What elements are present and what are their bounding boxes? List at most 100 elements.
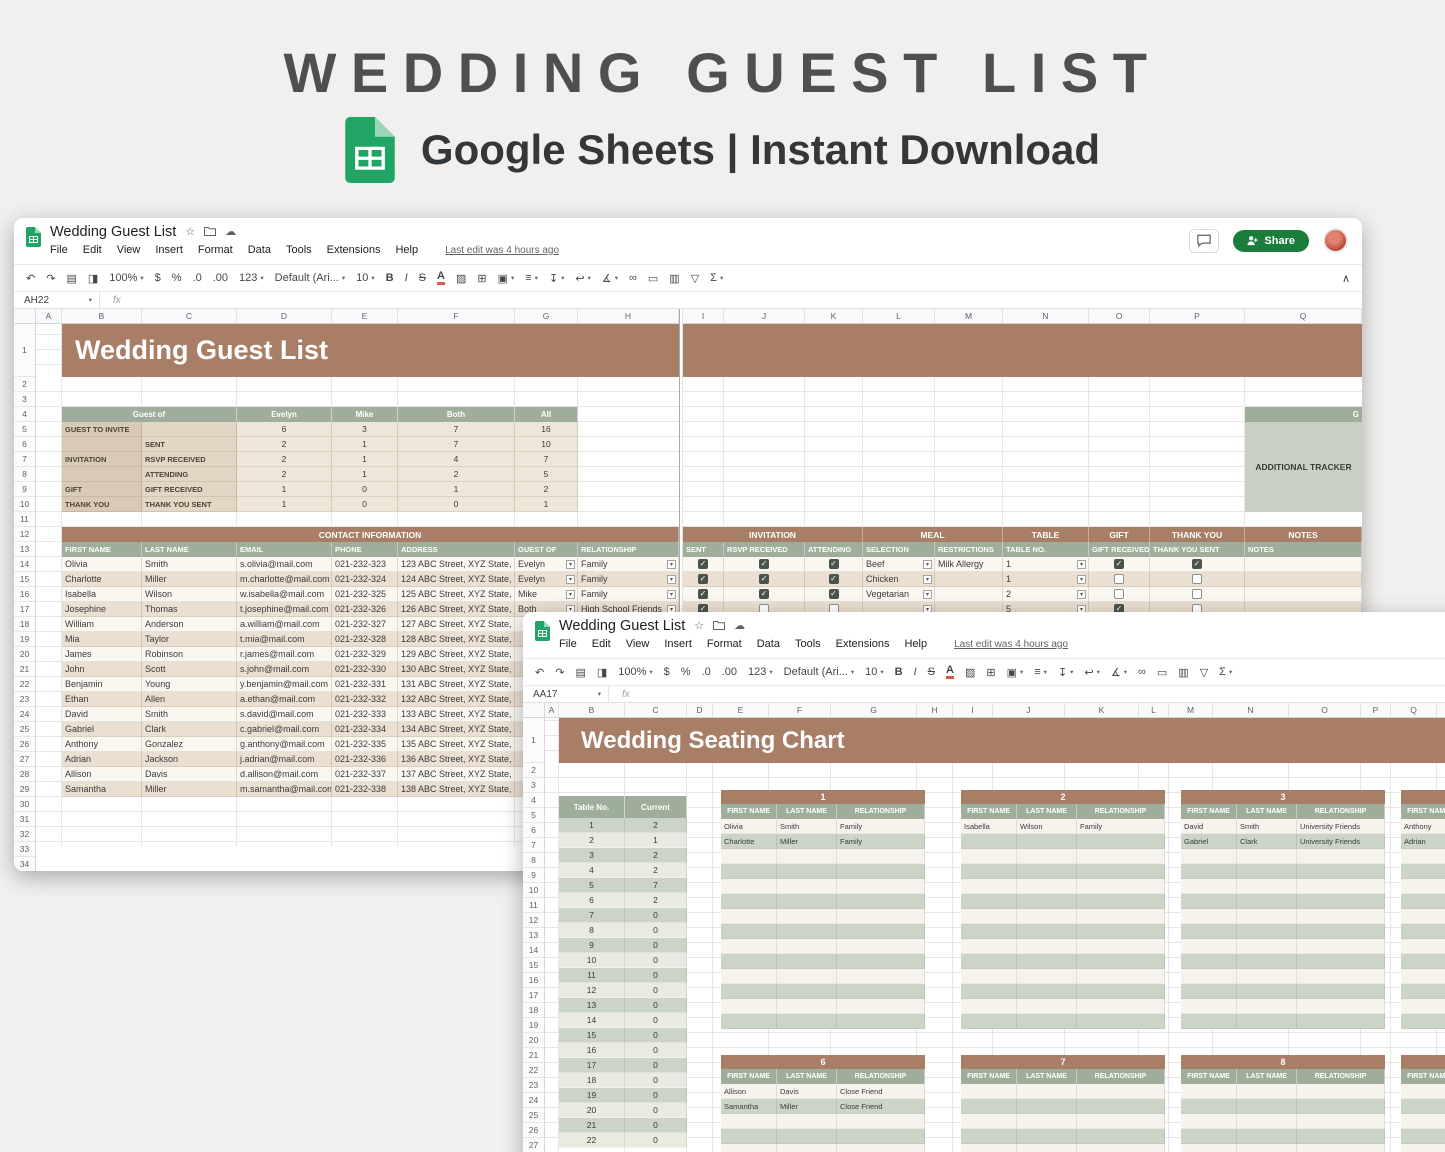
cell-current-count[interactable]: 2	[625, 863, 687, 878]
cell-relationship[interactable]: Family▾	[578, 572, 679, 587]
seating-col-header-first-name[interactable]: FIRST NAME	[961, 804, 1017, 819]
toolbar-zoom[interactable]: 100%▾	[109, 272, 143, 284]
name-box[interactable]: AH22▾	[14, 292, 100, 308]
cell-first-name[interactable]: Adrian	[62, 752, 142, 767]
toolbar-horizontal-align[interactable]: ≡▾	[1034, 666, 1047, 678]
column-header-B[interactable]: B	[62, 309, 142, 323]
cell-table-no[interactable]: 11	[559, 968, 625, 983]
column-header-M[interactable]: M	[1169, 703, 1213, 717]
row-header-1[interactable]: 1	[523, 718, 544, 763]
row-header-31[interactable]: 31	[14, 812, 35, 827]
summary-value[interactable]: 6	[237, 422, 332, 437]
cell-email[interactable]: s.olivia@mail.com	[237, 557, 332, 572]
cell-table-no[interactable]: 20	[559, 1103, 625, 1118]
seat-relationship[interactable]	[1297, 1129, 1385, 1144]
row-header-19[interactable]: 19	[523, 1018, 544, 1033]
seat-first-name[interactable]	[1401, 969, 1445, 984]
cell-email[interactable]: m.charlotte@mail.com	[237, 572, 332, 587]
summary-value[interactable]: 2	[237, 467, 332, 482]
seating-col-header-last-name[interactable]: LAST NAME	[1237, 1069, 1297, 1084]
dropdown-arrow-icon[interactable]: ▾	[566, 560, 575, 569]
seat-relationship[interactable]	[1077, 834, 1165, 849]
cell-last-name[interactable]: Taylor	[142, 632, 237, 647]
cell-last-name[interactable]: Clark	[142, 722, 237, 737]
summary-value[interactable]: 10	[515, 437, 578, 452]
seating-col-header-last-name[interactable]: LAST NAME	[1017, 1069, 1077, 1084]
seat-first-name[interactable]	[1401, 1114, 1445, 1129]
toolbar-borders[interactable]: ⊞	[477, 272, 486, 285]
summary-sub-label[interactable]: SENT	[142, 437, 237, 452]
column-header-F[interactable]: F	[398, 309, 515, 323]
seat-last-name[interactable]: Wilson	[1017, 819, 1077, 834]
group-header-notes[interactable]: NOTES	[1245, 527, 1362, 542]
cell-last-name[interactable]: Wilson	[142, 587, 237, 602]
seat-first-name[interactable]	[1401, 924, 1445, 939]
row-header-20[interactable]: 20	[523, 1033, 544, 1048]
seating-col-header-first-name[interactable]: FIRST NAME	[1181, 1069, 1237, 1084]
cell-phone[interactable]: 021-232-331	[332, 677, 398, 692]
cell-address[interactable]: 131 ABC Street, XYZ State, 1	[398, 677, 515, 692]
cell-relationship[interactable]: Family▾	[578, 587, 679, 602]
cell-email[interactable]: y.benjamin@mail.com	[237, 677, 332, 692]
cell-phone[interactable]: 021-232-326	[332, 602, 398, 617]
dropdown-arrow-icon[interactable]: ▾	[923, 590, 932, 599]
seat-relationship[interactable]: University Friends	[1297, 834, 1385, 849]
seat-relationship[interactable]	[1077, 969, 1165, 984]
seat-first-name[interactable]: Olivia	[721, 819, 777, 834]
row-header-27[interactable]: 27	[523, 1138, 544, 1152]
cell-table-no[interactable]: 2	[559, 833, 625, 848]
seat-last-name[interactable]	[777, 984, 837, 999]
cell-email[interactable]: c.gabriel@mail.com	[237, 722, 332, 737]
seating-col-header-relationship[interactable]: RELATIONSHIP	[837, 1069, 925, 1084]
cell-address[interactable]: 133 ABC Street, XYZ State, 1	[398, 707, 515, 722]
seat-first-name[interactable]	[1401, 894, 1445, 909]
summary-sub-label[interactable]: THANK YOU SENT	[142, 497, 237, 512]
cell-first-name[interactable]: John	[62, 662, 142, 677]
menu-edit[interactable]: Edit	[592, 638, 611, 650]
user-avatar[interactable]	[1323, 228, 1348, 253]
cell-phone[interactable]: 021-232-323	[332, 557, 398, 572]
seat-last-name[interactable]	[1017, 879, 1077, 894]
seating-col-header-relationship[interactable]: RELATIONSHIP	[837, 804, 925, 819]
seat-relationship[interactable]	[1077, 894, 1165, 909]
seat-first-name[interactable]	[1181, 924, 1237, 939]
row-header-8[interactable]: 8	[14, 467, 35, 482]
cell-email[interactable]: j.adrian@mail.com	[237, 752, 332, 767]
column-header-K[interactable]: K	[805, 309, 863, 323]
seat-first-name[interactable]: Charlotte	[721, 834, 777, 849]
seat-relationship[interactable]: Family	[837, 834, 925, 849]
seat-relationship[interactable]	[1297, 849, 1385, 864]
seat-first-name[interactable]: David	[1181, 819, 1237, 834]
seat-relationship[interactable]: Close Friend	[837, 1099, 925, 1114]
summary-group-label[interactable]: INVITATION	[62, 452, 142, 467]
toolbar-text-color[interactable]: A	[437, 271, 445, 285]
cell-last-name[interactable]: Anderson	[142, 617, 237, 632]
cell-last-name[interactable]: Thomas	[142, 602, 237, 617]
row-header-6[interactable]: 6	[523, 823, 544, 838]
cell-address[interactable]: 124 ABC Street, XYZ State, 1	[398, 572, 515, 587]
seat-relationship[interactable]	[1297, 864, 1385, 879]
cell-last-name[interactable]: Miller	[142, 782, 237, 797]
toolbar-more-formats[interactable]: 123▾	[748, 666, 773, 678]
seat-first-name[interactable]	[1181, 984, 1237, 999]
cell-current-count[interactable]: 0	[625, 953, 687, 968]
checkbox-checked[interactable]: ✓	[698, 589, 708, 599]
cell-current-count[interactable]: 0	[625, 983, 687, 998]
row-header-22[interactable]: 22	[14, 677, 35, 692]
cell-meal-selection[interactable]: Vegetarian▾	[863, 587, 935, 602]
col-header-table-no[interactable]: TABLE NO.	[1003, 542, 1089, 557]
seat-first-name[interactable]	[721, 939, 777, 954]
summary-value[interactable]: 1	[515, 497, 578, 512]
menu-tools[interactable]: Tools	[286, 244, 312, 256]
seating-col-header-first-name[interactable]: FIRST NAME	[721, 1069, 777, 1084]
column-header-Q[interactable]: Q	[1391, 703, 1437, 717]
menu-insert[interactable]: Insert	[664, 638, 692, 650]
summary-value[interactable]: 16	[515, 422, 578, 437]
seat-last-name[interactable]	[1237, 1014, 1297, 1029]
menu-format[interactable]: Format	[707, 638, 742, 650]
cell-table-no[interactable]: 8	[559, 923, 625, 938]
menu-file[interactable]: File	[559, 638, 577, 650]
menu-help[interactable]: Help	[904, 638, 927, 650]
checkbox-gift-received[interactable]: ✓	[1089, 557, 1150, 572]
select-all-corner[interactable]	[14, 309, 36, 323]
